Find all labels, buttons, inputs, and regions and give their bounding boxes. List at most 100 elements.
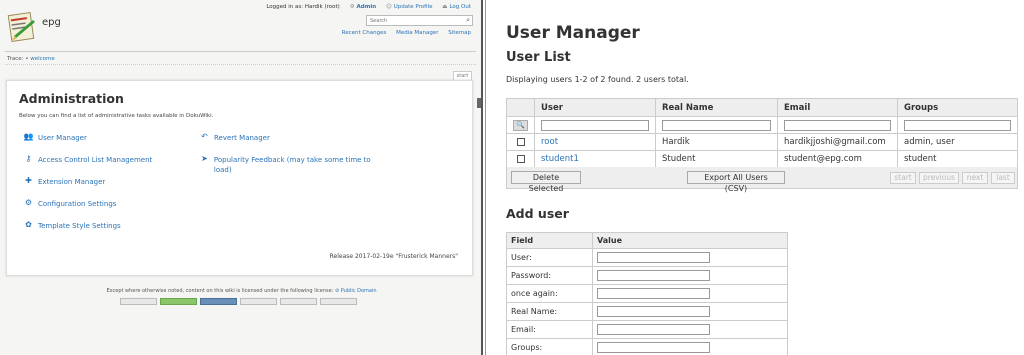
user-table: User Real Name Email Groups 🔍 root Hardi…	[506, 98, 1018, 168]
logout-icon: ⏏	[442, 4, 448, 10]
table-row: root Hardik hardikjjoshi@gmail.com admin…	[506, 133, 1018, 151]
pager-last-button[interactable]: last	[991, 172, 1015, 184]
logged-in-text: Logged in as: Hardik (root)	[266, 4, 340, 10]
user-field[interactable]	[597, 252, 710, 263]
row-checkbox[interactable]	[516, 154, 525, 163]
badge[interactable]	[120, 298, 157, 305]
dokuwiki-logo[interactable]	[7, 8, 37, 46]
badge[interactable]	[160, 298, 197, 305]
add-user-form: Field Value User: Password: once again: …	[506, 232, 788, 355]
pager-start-button[interactable]: start	[890, 172, 916, 184]
recent-changes-link[interactable]: Recent Changes	[342, 30, 387, 36]
admin-item-user-manager[interactable]: 👥 User Manager	[23, 133, 87, 143]
users-icon: 👥	[23, 132, 34, 141]
admin-item-extension-manager[interactable]: ✚ Extension Manager	[23, 177, 105, 187]
row-checkbox[interactable]	[516, 137, 525, 146]
log-out-link[interactable]: ⏏ Log Out	[442, 4, 471, 10]
email-cell: hardikjjoshi@gmail.com	[777, 133, 898, 151]
password-confirm-field[interactable]	[597, 288, 710, 299]
sitemap-link[interactable]: Sitemap	[448, 30, 471, 36]
value-header: Value	[592, 232, 788, 249]
profile-icon: ☺	[385, 4, 392, 10]
table-row: student1 Student student@epg.com student	[506, 150, 1018, 168]
scrollbar[interactable]	[477, 98, 481, 108]
pager-next-button[interactable]: next	[962, 172, 988, 184]
gear-icon: ⚙	[24, 198, 33, 207]
user-link[interactable]: student1	[541, 154, 579, 164]
revert-icon: ↶	[201, 132, 208, 141]
page-title: Administration	[19, 91, 124, 106]
divider	[5, 51, 476, 52]
email-field[interactable]	[597, 324, 710, 335]
form-row: Email:	[506, 320, 788, 339]
groups-cell: student	[897, 150, 1018, 168]
page-title: User Manager	[506, 23, 640, 43]
select-column-header	[506, 98, 535, 117]
user-tools: Logged in as: Hardik (root) ⚙ Admin ☺ Upda…	[266, 4, 471, 10]
media-manager-link[interactable]: Media Manager	[396, 30, 438, 36]
filter-email-input[interactable]	[784, 119, 891, 131]
real-name-cell: Hardik	[655, 133, 778, 151]
breadcrumb: Trace: • welcome	[7, 56, 55, 62]
field-label: Groups:	[506, 338, 593, 355]
user-manager-panel: User Manager User List Displaying users …	[485, 0, 1024, 355]
filter-button[interactable]: 🔍	[513, 119, 528, 131]
form-row: Groups:	[506, 338, 788, 355]
admin-item-acl[interactable]: ⚷ Access Control List Management	[23, 154, 153, 165]
user-link[interactable]: root	[541, 137, 558, 147]
groups-cell: admin, user	[897, 133, 1018, 151]
field-label: Password:	[506, 266, 593, 285]
admin-item-configuration[interactable]: ⚙ Configuration Settings	[23, 198, 117, 209]
breadcrumb-welcome-link[interactable]: welcome	[30, 56, 55, 62]
filter-groups-input[interactable]	[904, 119, 1011, 131]
filter-user-input[interactable]	[541, 119, 649, 131]
table-footer: Delete Selected Export All Users (CSV) s…	[506, 167, 1018, 193]
delete-selected-button[interactable]: Delete Selected	[511, 171, 581, 193]
search-input[interactable]: Search ⌕	[366, 15, 473, 26]
pager-previous-button[interactable]: previous	[919, 172, 959, 184]
field-label: User:	[506, 248, 593, 267]
real-name-field[interactable]	[597, 306, 710, 317]
admin-link[interactable]: ⚙ Admin	[350, 4, 377, 10]
field-label: Email:	[506, 320, 593, 339]
badge[interactable]	[240, 298, 277, 305]
admin-content: Administration Below you can find a list…	[6, 80, 473, 276]
export-all-button[interactable]: Export All Users (CSV)	[687, 171, 785, 193]
puzzle-icon: ✚	[25, 176, 32, 185]
column-header-user: User	[534, 98, 656, 117]
badge[interactable]	[200, 298, 237, 305]
form-row: once again:	[506, 284, 788, 303]
filter-real-name-input[interactable]	[662, 119, 771, 131]
footer-badges	[120, 298, 357, 305]
search-icon[interactable]: ⌕	[466, 16, 470, 25]
user-list-heading: User List	[506, 50, 571, 65]
badge[interactable]	[320, 298, 357, 305]
admin-page-panel: epg Logged in as: Hardik (root) ⚙ Admin ☺…	[0, 0, 483, 355]
send-icon: ➤	[201, 154, 208, 163]
field-label: Real Name:	[506, 302, 593, 321]
admin-item-revert-manager[interactable]: ↶ Revert Manager	[199, 133, 270, 143]
license-notice: Except where otherwise noted, content on…	[106, 288, 377, 294]
email-cell: student@epg.com	[777, 150, 898, 168]
key-icon: ⚷	[25, 154, 32, 163]
real-name-cell: Student	[655, 150, 778, 168]
form-row: Password:	[506, 266, 788, 285]
update-profile-link[interactable]: ☺ Update Profile	[386, 4, 433, 10]
admin-icon: ⚙	[349, 4, 355, 10]
site-title[interactable]: epg	[42, 17, 61, 28]
form-row: User:	[506, 248, 788, 267]
field-label: once again:	[506, 284, 593, 303]
password-field[interactable]	[597, 270, 710, 281]
groups-field[interactable]	[597, 342, 710, 353]
form-row: Real Name:	[506, 302, 788, 321]
badge[interactable]	[280, 298, 317, 305]
admin-item-popularity[interactable]: ➤ Popularity Feedback (may take some tim…	[199, 155, 389, 175]
public-domain-link[interactable]: ⊘ Public Domain	[335, 288, 377, 294]
admin-item-template-style[interactable]: ✿ Template Style Settings	[23, 221, 121, 231]
column-header-email: Email	[777, 98, 898, 117]
column-header-real-name: Real Name	[655, 98, 778, 117]
column-header-groups: Groups	[897, 98, 1018, 117]
field-header: Field	[506, 232, 593, 249]
admin-description: Below you can find a list of administrat…	[19, 113, 214, 119]
add-user-heading: Add user	[506, 206, 569, 221]
